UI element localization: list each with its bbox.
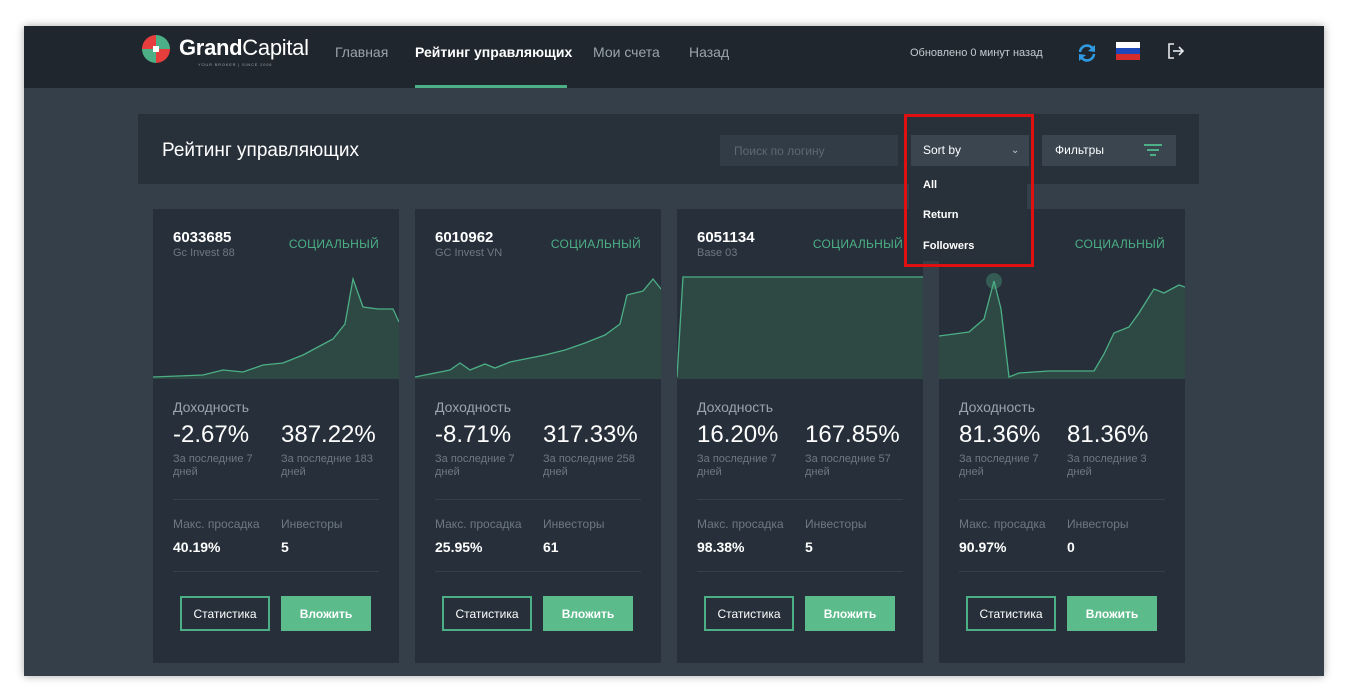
period-7-caption: За последние 7 дней [697,453,777,478]
nav-my-accounts[interactable]: Мои счета [593,44,660,60]
period-7-caption: За последние 7 дней [959,453,1039,478]
rating-toolbar: Рейтинг управляющих Sort by ⌄ Фильтры [138,114,1199,184]
max-drawdown-value: 40.19% [173,539,221,555]
investors-value: 0 [1067,539,1075,555]
period-7-caption: За последние 7 дней [435,453,515,478]
period-total-caption: За последние 258 дней [543,453,635,478]
divider [697,571,903,572]
return-label: Доходность [435,399,511,415]
updated-status: Обновлено 0 минут назад [910,47,1043,59]
return-label: Доходность [959,399,1035,415]
return-7-days: -8.71% [435,421,512,448]
manager-card: 6051134 Base 03 СОЦИАЛЬНЫЙ Доходность 16… [677,209,923,663]
invest-button[interactable]: Вложить [805,596,895,631]
statistics-button[interactable]: Статистика [704,596,794,631]
invest-button[interactable]: Вложить [1067,596,1157,631]
max-drawdown-value: 25.95% [435,539,483,555]
app-window: GrandCapital YOUR BROKER | SINCE 2006 Гл… [24,26,1324,676]
return-label: Доходность [173,399,249,415]
active-nav-indicator [415,85,567,88]
max-drawdown-label: Макс. просадка [435,517,522,531]
account-name: Gc Invest 88 [173,247,235,259]
annotation-highlight-box [904,114,1034,267]
return-7-days: -2.67% [173,421,250,448]
refresh-icon[interactable] [1076,42,1098,64]
nav-back[interactable]: Назад [689,44,729,60]
period-total-caption: За последние 3 дней [1067,453,1147,478]
divider [435,571,641,572]
page-title: Рейтинг управляющих [162,140,359,161]
investors-value: 61 [543,539,559,555]
investors-value: 5 [805,539,813,555]
return-chart [677,276,923,379]
logo-tagline: YOUR BROKER | SINCE 2006 [198,62,273,67]
nav-managers-rating[interactable]: Рейтинг управляющих [415,44,572,60]
divider [959,571,1165,572]
divider [173,571,379,572]
logo-mark-icon [142,35,170,63]
return-7-days: 81.36% [959,421,1041,448]
return-total: 167.85% [805,421,900,448]
invest-button[interactable]: Вложить [543,596,633,631]
filters-label: Фильтры [1055,143,1104,157]
account-type-badge: СОЦИАЛЬНЫЙ [550,237,641,251]
manager-card: СОЦИАЛЬНЫЙ Доходность 81.36% 81.36% За п… [939,209,1185,663]
divider [173,499,379,500]
statistics-button[interactable]: Статистика [180,596,270,631]
logo-text: GrandCapital [179,35,309,60]
return-label: Доходность [697,399,773,415]
account-id: 6010962 [435,229,494,246]
return-7-days: 16.20% [697,421,779,448]
max-drawdown-label: Макс. просадка [959,517,1046,531]
return-total: 387.22% [281,421,376,448]
period-7-caption: За последние 7 дней [173,453,253,478]
search-input[interactable] [720,135,898,166]
return-chart [939,273,1185,379]
divider [959,499,1165,500]
filters-button[interactable]: Фильтры [1042,135,1176,166]
investors-label: Инвесторы [543,517,605,531]
filter-icon [1144,144,1162,156]
manager-card: 6033685 Gc Invest 88 СОЦИАЛЬНЫЙ Доходнос… [153,209,399,663]
return-total: 81.36% [1067,421,1149,448]
max-drawdown-value: 98.38% [697,539,745,555]
grandcapital-logo[interactable]: GrandCapital YOUR BROKER | SINCE 2006 [140,31,312,71]
investors-value: 5 [281,539,289,555]
account-id: 6033685 [173,229,232,246]
account-id: 6051134 [697,229,755,246]
account-type-badge: СОЦИАЛЬНЫЙ [1074,237,1165,251]
max-drawdown-label: Макс. просадка [173,517,260,531]
divider [697,499,903,500]
account-type-badge: СОЦИАЛЬНЫЙ [812,237,903,251]
investors-label: Инвесторы [805,517,867,531]
account-type-badge: СОЦИАЛЬНЫЙ [288,237,379,251]
statistics-button[interactable]: Статистика [442,596,532,631]
russia-flag-icon[interactable] [1116,42,1140,60]
max-drawdown-value: 90.97% [959,539,1007,555]
statistics-button[interactable]: Статистика [966,596,1056,631]
manager-card: 6010962 GC Invest VN СОЦИАЛЬНЫЙ Доходнос… [415,209,661,663]
nav-home[interactable]: Главная [335,44,388,60]
account-name: Base 03 [697,247,738,259]
divider [435,499,641,500]
investors-label: Инвесторы [1067,517,1129,531]
return-chart [153,276,399,379]
return-chart [415,277,661,379]
return-total: 317.33% [543,421,638,448]
invest-button[interactable]: Вложить [281,596,371,631]
logout-icon[interactable] [1166,41,1186,61]
period-total-caption: За последние 183 дней [281,453,373,478]
account-name: GC Invest VN [435,247,503,259]
max-drawdown-label: Макс. просадка [697,517,784,531]
top-navigation-bar: GrandCapital YOUR BROKER | SINCE 2006 Гл… [24,26,1324,88]
period-total-caption: За последние 57 дней [805,453,891,478]
investors-label: Инвесторы [281,517,343,531]
